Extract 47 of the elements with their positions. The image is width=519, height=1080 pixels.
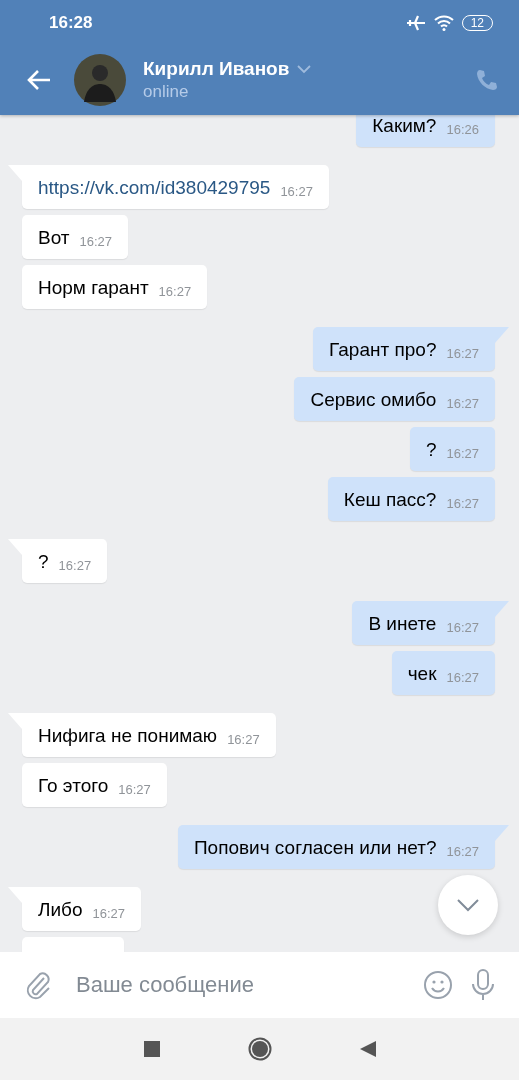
message-text: Го этого: [38, 774, 109, 798]
avatar-icon[interactable]: [74, 54, 126, 106]
message-time: 16:27: [118, 782, 151, 798]
wifi-icon: [433, 14, 454, 31]
message-text: чек: [407, 662, 437, 686]
message-time: 16:27: [446, 446, 479, 462]
back-arrow-icon[interactable]: [26, 69, 52, 91]
contact-name[interactable]: Кирилл Иванов: [143, 58, 290, 80]
paperclip-icon[interactable]: [24, 970, 52, 1000]
message-time: 16:27: [446, 496, 479, 512]
message-time: 16:27: [446, 670, 479, 686]
status-time: 16:28: [49, 12, 93, 33]
smiley-icon[interactable]: [423, 970, 453, 1000]
chevron-down-icon[interactable]: [297, 64, 312, 74]
back-icon[interactable]: [359, 1041, 376, 1057]
message-text: Кеш пасс?: [343, 488, 437, 512]
message-time: 16:27: [79, 234, 113, 250]
message-time: 16:27: [280, 184, 313, 200]
message-text: Каким?: [372, 115, 437, 138]
contact-status: online: [143, 82, 190, 102]
chevron-down-icon: [457, 898, 479, 912]
message-text: Вот: [38, 226, 70, 250]
message-text: Нифига не понимаю: [38, 724, 218, 748]
message-text: Гарант про?: [329, 338, 437, 362]
message-text: Норм гарант: [38, 276, 149, 300]
message-time: 16:27: [446, 396, 479, 412]
message-text: ?: [425, 438, 437, 462]
message-time: 16:27: [92, 906, 126, 922]
message-text: Либо: [38, 898, 83, 922]
message-text: В инете: [368, 612, 437, 636]
message-time: 16:27: [158, 284, 192, 300]
phone-icon[interactable]: [475, 68, 499, 92]
scroll-down-button[interactable]: [438, 875, 498, 935]
microphone-icon[interactable]: [471, 969, 495, 1001]
recents-icon[interactable]: [143, 1041, 160, 1057]
message-time: 16:27: [446, 844, 479, 860]
message-time: 16:26: [446, 122, 479, 138]
airplane-icon: [405, 13, 426, 32]
message-time: 16:27: [446, 346, 479, 362]
message-time: 16:27: [446, 620, 479, 636]
message-text: Сервис омибо: [310, 388, 437, 412]
message-link[interactable]: https://vk.com/id380429795: [38, 176, 271, 200]
message-text: ?: [38, 550, 49, 574]
home-icon[interactable]: [247, 1037, 272, 1061]
message-time: 16:27: [227, 732, 260, 748]
message-time: 16:27: [58, 558, 92, 574]
message-text: Попович согласен или нет?: [193, 836, 437, 860]
